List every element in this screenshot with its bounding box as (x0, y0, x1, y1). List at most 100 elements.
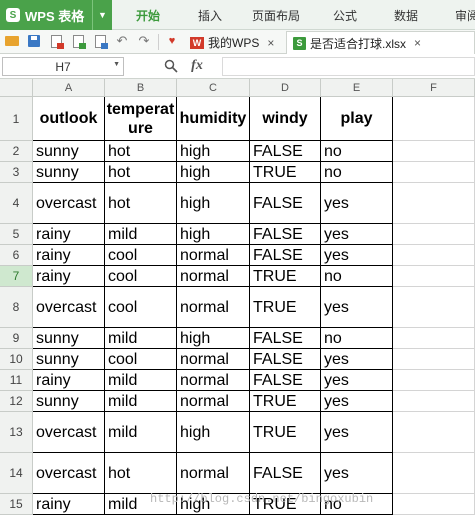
save-icon[interactable] (26, 33, 42, 49)
data-cell[interactable]: hot (105, 453, 177, 494)
tab-home[interactable]: 开始 (136, 0, 160, 30)
column-header[interactable]: E (321, 79, 393, 97)
row-header[interactable]: 3 (0, 162, 33, 183)
data-cell[interactable]: no (321, 162, 393, 183)
header-cell[interactable]: play (321, 97, 393, 141)
data-cell[interactable]: TRUE (250, 412, 321, 453)
data-cell[interactable]: sunny (33, 141, 105, 162)
empty-cell[interactable] (393, 349, 475, 370)
data-cell[interactable]: sunny (33, 162, 105, 183)
empty-cell[interactable] (393, 328, 475, 349)
empty-cell[interactable] (393, 224, 475, 245)
empty-cell[interactable] (393, 412, 475, 453)
data-cell[interactable]: normal (177, 391, 250, 412)
data-cell[interactable]: yes (321, 370, 393, 391)
empty-cell[interactable] (393, 391, 475, 412)
data-cell[interactable]: mild (105, 391, 177, 412)
empty-cell[interactable] (393, 370, 475, 391)
data-cell[interactable]: rainy (33, 494, 105, 515)
tab-data[interactable]: 数据 (394, 0, 418, 30)
row-header[interactable]: 14 (0, 453, 33, 494)
data-cell[interactable]: high (177, 183, 250, 224)
data-cell[interactable]: high (177, 141, 250, 162)
data-cell[interactable]: high (177, 328, 250, 349)
row-header[interactable]: 6 (0, 245, 33, 266)
data-cell[interactable]: FALSE (250, 245, 321, 266)
undo-icon[interactable]: ↶ (114, 33, 130, 49)
data-cell[interactable]: rainy (33, 266, 105, 287)
data-cell[interactable]: high (177, 412, 250, 453)
tab-formulas[interactable]: 公式 (333, 0, 357, 30)
data-cell[interactable]: yes (321, 287, 393, 328)
data-cell[interactable]: mild (105, 224, 177, 245)
data-cell[interactable]: yes (321, 245, 393, 266)
close-icon[interactable]: × (414, 36, 421, 50)
export-pdf-icon[interactable] (48, 33, 64, 49)
row-header[interactable]: 9 (0, 328, 33, 349)
select-all-corner[interactable] (0, 79, 33, 97)
data-cell[interactable]: no (321, 141, 393, 162)
data-cell[interactable]: FALSE (250, 370, 321, 391)
data-cell[interactable]: normal (177, 266, 250, 287)
data-cell[interactable]: normal (177, 349, 250, 370)
header-cell[interactable]: windy (250, 97, 321, 141)
data-cell[interactable]: TRUE (250, 391, 321, 412)
data-cell[interactable]: sunny (33, 328, 105, 349)
data-cell[interactable]: TRUE (250, 162, 321, 183)
column-header[interactable]: C (177, 79, 250, 97)
data-cell[interactable]: no (321, 328, 393, 349)
formula-input[interactable] (222, 57, 475, 76)
data-cell[interactable]: TRUE (250, 266, 321, 287)
header-cell[interactable]: outlook (33, 97, 105, 141)
data-cell[interactable]: yes (321, 412, 393, 453)
column-header[interactable]: F (393, 79, 475, 97)
data-cell[interactable]: cool (105, 349, 177, 370)
data-cell[interactable]: yes (321, 183, 393, 224)
data-cell[interactable]: FALSE (250, 141, 321, 162)
tab-page-layout[interactable]: 页面布局 (252, 0, 300, 30)
data-cell[interactable]: cool (105, 287, 177, 328)
row-header[interactable]: 10 (0, 349, 33, 370)
insert-function-icon[interactable]: fx (188, 57, 206, 75)
doc-tab-my-wps[interactable]: W 我的WPS × (186, 31, 278, 54)
data-cell[interactable]: cool (105, 245, 177, 266)
row-header[interactable]: 13 (0, 412, 33, 453)
data-cell[interactable]: hot (105, 183, 177, 224)
print-icon[interactable] (70, 33, 86, 49)
row-header[interactable]: 1 (0, 97, 33, 141)
data-cell[interactable]: overcast (33, 453, 105, 494)
data-cell[interactable]: sunny (33, 391, 105, 412)
data-cell[interactable]: TRUE (250, 287, 321, 328)
data-cell[interactable]: hot (105, 141, 177, 162)
data-cell[interactable]: yes (321, 349, 393, 370)
data-cell[interactable]: normal (177, 245, 250, 266)
header-cell[interactable]: temperature (105, 97, 177, 141)
redo-icon[interactable]: ↷ (136, 33, 152, 49)
header-cell[interactable]: humidity (177, 97, 250, 141)
row-header[interactable]: 2 (0, 141, 33, 162)
data-cell[interactable]: FALSE (250, 183, 321, 224)
data-cell[interactable]: hot (105, 162, 177, 183)
data-cell[interactable]: FALSE (250, 328, 321, 349)
data-cell[interactable]: high (177, 224, 250, 245)
empty-cell[interactable] (393, 266, 475, 287)
empty-cell[interactable] (393, 141, 475, 162)
data-cell[interactable]: FALSE (250, 453, 321, 494)
data-cell[interactable]: rainy (33, 370, 105, 391)
data-cell[interactable]: mild (105, 328, 177, 349)
empty-cell[interactable] (393, 494, 475, 515)
row-header[interactable]: 8 (0, 287, 33, 328)
data-cell[interactable]: overcast (33, 412, 105, 453)
data-cell[interactable]: mild (105, 370, 177, 391)
open-folder-icon[interactable] (4, 33, 20, 49)
data-cell[interactable]: mild (105, 412, 177, 453)
data-cell[interactable]: yes (321, 453, 393, 494)
data-cell[interactable]: normal (177, 453, 250, 494)
empty-cell[interactable] (393, 162, 475, 183)
column-header[interactable]: D (250, 79, 321, 97)
row-header[interactable]: 15 (0, 494, 33, 515)
row-header[interactable]: 12 (0, 391, 33, 412)
zoom-search-icon[interactable] (162, 57, 180, 75)
empty-cell[interactable] (393, 453, 475, 494)
tab-insert[interactable]: 插入 (198, 0, 222, 30)
